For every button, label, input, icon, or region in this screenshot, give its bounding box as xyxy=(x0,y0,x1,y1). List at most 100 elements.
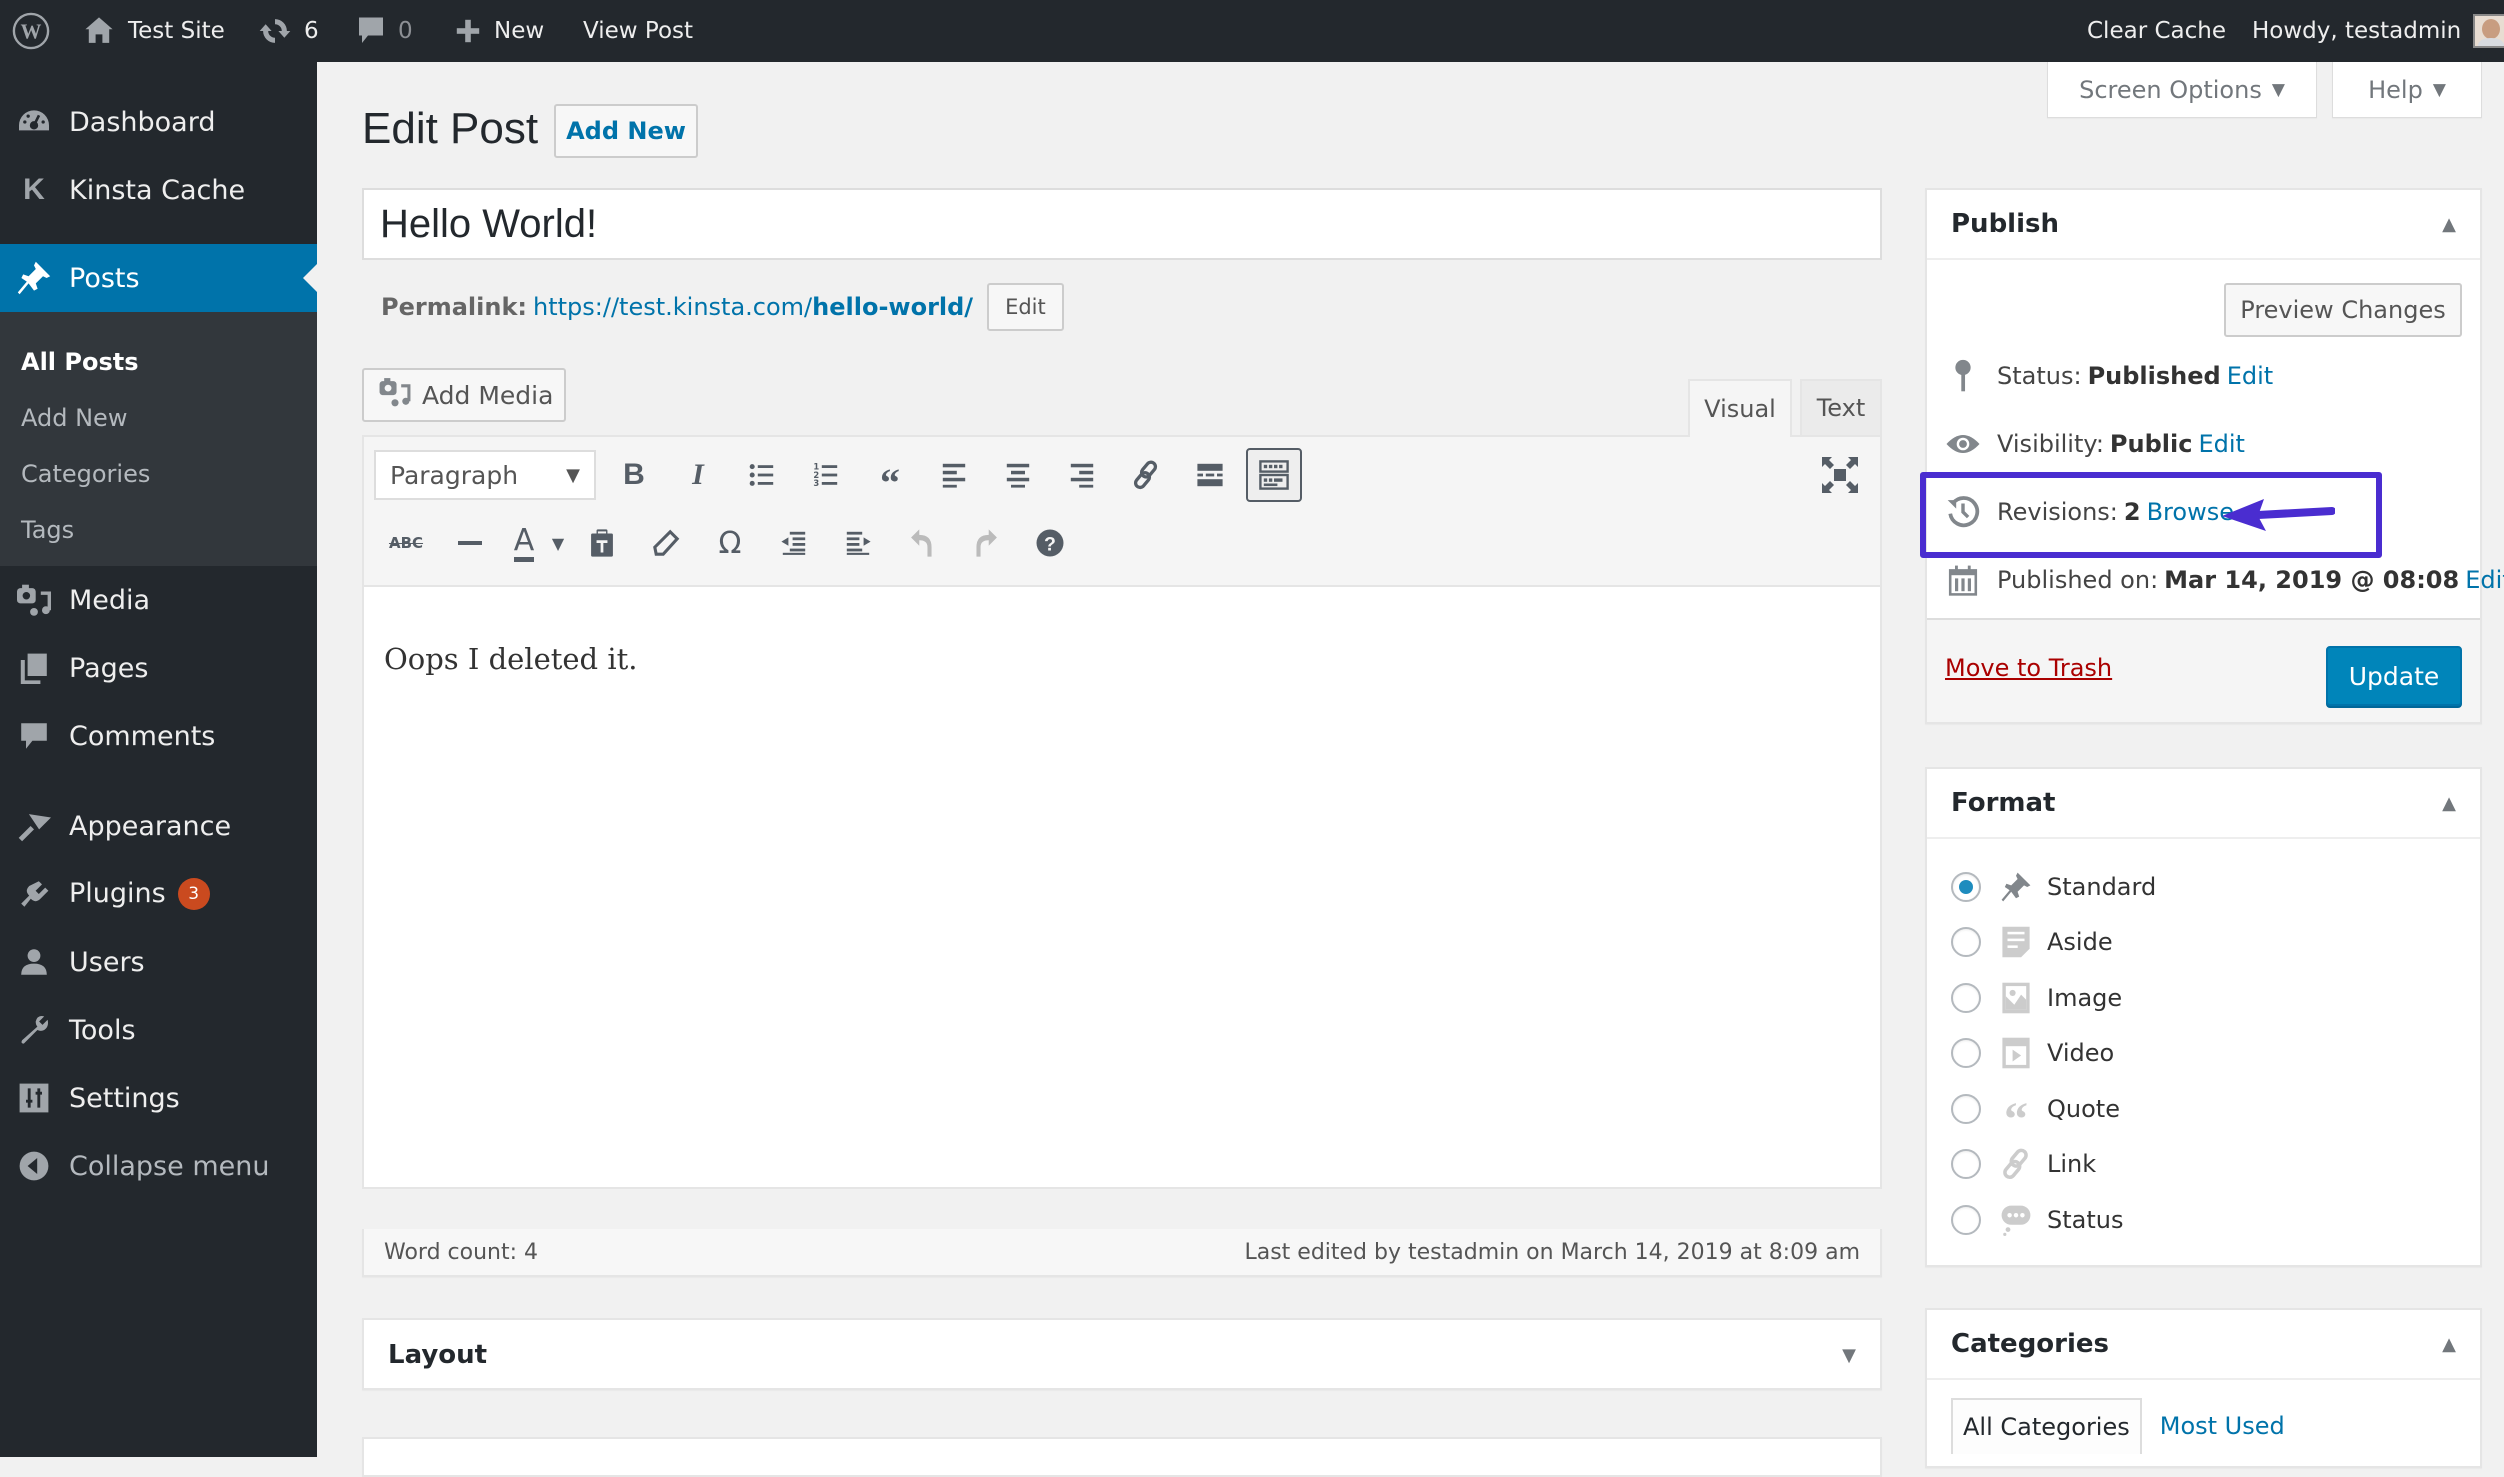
sidebar-item-settings[interactable]: Settings xyxy=(0,1076,317,1120)
sidebar-item-media[interactable]: Media xyxy=(0,578,317,622)
plugins-update-badge: 3 xyxy=(177,878,210,911)
format-metabox-header[interactable]: Format ▲ xyxy=(1927,769,2480,839)
permalink-link[interactable]: https://test.kinsta.com/hello-world/ xyxy=(533,293,973,321)
tab-all-categories[interactable]: All Categories xyxy=(1951,1398,2142,1454)
align-right-button[interactable] xyxy=(1050,448,1114,502)
submenu-all-posts[interactable]: All Posts xyxy=(21,348,139,376)
read-more-button[interactable] xyxy=(1178,448,1242,502)
layout-metabox-header[interactable]: Layout ▼ xyxy=(364,1320,1880,1390)
outdent-button[interactable] xyxy=(762,516,826,570)
clear-formatting-button[interactable] xyxy=(634,516,698,570)
paste-text-button[interactable] xyxy=(570,516,634,570)
submenu-add-new[interactable]: Add New xyxy=(21,404,127,432)
format-option-quote[interactable]: “ Quote xyxy=(1951,1091,2120,1144)
submenu-tags[interactable]: Tags xyxy=(21,516,74,544)
sidebar-item-posts[interactable]: Posts xyxy=(0,244,317,312)
categories-metabox-header[interactable]: Categories ▲ xyxy=(1927,1310,2480,1380)
posts-submenu: All Posts Add New Categories Tags xyxy=(0,312,317,566)
format-option-standard[interactable]: Standard xyxy=(1951,869,2156,905)
comments-link[interactable]: 0 xyxy=(356,0,413,62)
sidebar-item-tools[interactable]: Tools xyxy=(0,1008,317,1052)
special-character-button[interactable]: Ω xyxy=(698,516,762,570)
submenu-categories[interactable]: Categories xyxy=(21,460,150,488)
sidebar-item-pages[interactable]: Pages xyxy=(0,646,317,690)
permalink-edit-button[interactable]: Edit xyxy=(987,283,1064,331)
strikethrough-icon: ABC xyxy=(388,534,424,552)
my-account-menu[interactable]: Howdy, testadmin xyxy=(2252,0,2504,62)
tab-text[interactable]: Text xyxy=(1800,379,1882,435)
caret-up-icon[interactable]: ▲ xyxy=(2442,1334,2456,1355)
site-name-link[interactable]: Test Site xyxy=(82,0,225,62)
align-center-icon xyxy=(1006,463,1030,488)
editor-paragraph[interactable]: Oops I deleted it. xyxy=(384,642,637,676)
horizontal-line-button[interactable] xyxy=(438,516,502,570)
admin-sidebar: Dashboard K Kinsta Cache Posts All Posts… xyxy=(0,62,317,1457)
italic-button[interactable]: I xyxy=(666,448,730,502)
view-post-link[interactable]: View Post xyxy=(583,0,693,62)
move-to-trash-link[interactable]: Move to Trash xyxy=(1945,654,2112,682)
caret-up-icon[interactable]: ▲ xyxy=(2442,214,2456,235)
radio-link[interactable] xyxy=(1951,1149,1981,1179)
radio-quote[interactable] xyxy=(1951,1094,1981,1124)
format-option-video[interactable]: Video xyxy=(1951,1035,2114,1071)
collapse-menu-button[interactable]: Collapse menu xyxy=(0,1144,317,1188)
align-center-button[interactable] xyxy=(986,448,1050,502)
wordpress-menu[interactable]: W xyxy=(12,0,50,62)
tab-visual[interactable]: Visual xyxy=(1688,379,1792,437)
plugins-label: Plugins xyxy=(69,877,166,909)
editor-content-area[interactable]: Oops I deleted it. xyxy=(362,587,1882,1189)
text-color-dropdown[interactable]: ▼ xyxy=(546,516,570,570)
bold-button[interactable]: B xyxy=(602,448,666,502)
sidebar-item-comments[interactable]: Comments xyxy=(0,714,317,758)
permalink-slug: hello-world/ xyxy=(812,293,974,321)
svg-text:?: ? xyxy=(1044,534,1056,556)
edit-visibility-link[interactable]: Edit xyxy=(2198,430,2244,458)
add-media-button[interactable]: Add Media xyxy=(362,368,566,422)
format-option-link[interactable]: Link xyxy=(1951,1146,2096,1182)
strikethrough-button[interactable]: ABC xyxy=(374,516,438,570)
align-left-button[interactable] xyxy=(922,448,986,502)
distraction-free-button[interactable] xyxy=(1820,455,1860,495)
caret-up-icon[interactable]: ▲ xyxy=(2442,793,2456,814)
new-content-link[interactable]: New xyxy=(454,0,544,62)
keyboard-shortcuts-button[interactable]: ? xyxy=(1018,516,1082,570)
post-title-input[interactable]: Hello World! xyxy=(362,188,1882,260)
radio-video[interactable] xyxy=(1951,1038,1981,1068)
radio-standard[interactable] xyxy=(1951,872,1981,902)
format-option-aside[interactable]: Aside xyxy=(1951,924,2113,960)
sidebar-item-dashboard[interactable]: Dashboard xyxy=(0,100,317,144)
sidebar-item-users[interactable]: Users xyxy=(0,940,317,984)
numbered-list-button[interactable]: 123 xyxy=(794,448,858,502)
redo-button[interactable] xyxy=(954,516,1018,570)
updates-link[interactable]: 6 xyxy=(258,0,319,62)
tab-most-used[interactable]: Most Used xyxy=(2142,1398,2295,1454)
update-button[interactable]: Update xyxy=(2326,646,2462,706)
add-new-button[interactable]: Add New xyxy=(554,104,698,158)
format-select[interactable]: Paragraph ▼ xyxy=(374,450,596,500)
clear-cache-link[interactable]: Clear Cache xyxy=(2087,0,2226,62)
text-color-button[interactable]: A xyxy=(502,516,546,570)
caret-down-icon[interactable]: ▼ xyxy=(1842,1345,1856,1366)
radio-aside[interactable] xyxy=(1951,927,1981,957)
radio-status[interactable] xyxy=(1951,1205,1981,1235)
screen-options-button[interactable]: Screen Options ▼ xyxy=(2047,62,2317,118)
preview-changes-button[interactable]: Preview Changes xyxy=(2224,283,2462,337)
help-button[interactable]: Help ▼ xyxy=(2332,62,2482,118)
sidebar-item-plugins[interactable]: Plugins 3 xyxy=(0,872,317,916)
current-menu-arrow xyxy=(303,264,317,292)
categories-title: Categories xyxy=(1951,1329,2110,1359)
publish-metabox-header[interactable]: Publish ▲ xyxy=(1927,190,2480,260)
link-button[interactable] xyxy=(1114,448,1178,502)
sidebar-item-kinsta-cache[interactable]: K Kinsta Cache xyxy=(0,168,317,212)
blockquote-button[interactable]: “ xyxy=(858,448,922,505)
edit-date-link[interactable]: Edit xyxy=(2465,566,2504,594)
edit-status-link[interactable]: Edit xyxy=(2227,362,2273,390)
sidebar-item-appearance[interactable]: Appearance xyxy=(0,804,317,848)
format-option-image[interactable]: Image xyxy=(1951,980,2122,1016)
undo-button[interactable] xyxy=(890,516,954,570)
indent-button[interactable] xyxy=(826,516,890,570)
radio-image[interactable] xyxy=(1951,983,1981,1013)
bullet-list-button[interactable] xyxy=(730,448,794,502)
format-option-status[interactable]: Status xyxy=(1951,1202,2123,1238)
toolbar-toggle-button[interactable] xyxy=(1246,448,1302,502)
